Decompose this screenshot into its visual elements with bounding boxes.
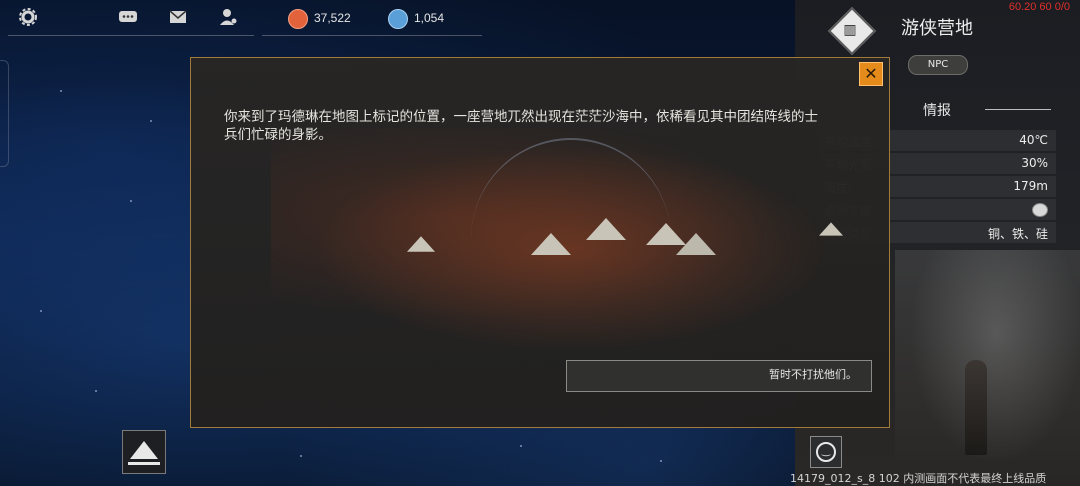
camp-building-icon: ▥: [843, 22, 857, 38]
tent-shape: [676, 233, 716, 255]
dialog-choice-button[interactable]: 暂时不打扰他们。: [566, 360, 872, 392]
mountain-icon: [130, 441, 158, 459]
dialog-narrative-text: 你来到了玛德琳在地图上标记的位置，一座营地兀然出现在茫茫沙海中，依稀看见其中团结…: [224, 109, 818, 143]
blue-currency-value: 1,054: [414, 11, 445, 25]
gear-icon[interactable]: [17, 8, 39, 26]
tent-shape: [407, 236, 435, 252]
mail-icon[interactable]: [167, 8, 189, 26]
game-screen: 37,522 1,054 ▥ 游侠营地 NPC 情报 平均温度: 40℃ 平均光…: [0, 0, 1080, 486]
side-drawer-tab[interactable]: [0, 60, 9, 167]
intel-section-title: 情报: [923, 103, 951, 119]
star: [40, 310, 42, 312]
close-button[interactable]: ✕: [859, 62, 883, 86]
star: [520, 445, 522, 447]
location-artwork-figure: [965, 360, 987, 455]
star: [60, 90, 62, 92]
stat-value: 40℃: [1019, 133, 1048, 147]
smiley-icon: ‿: [816, 442, 836, 462]
star: [660, 460, 662, 462]
star: [150, 120, 152, 122]
map-terrain-button[interactable]: [122, 430, 166, 474]
location-artwork: [895, 250, 1080, 486]
mountain-base-line: [128, 462, 160, 465]
emote-button[interactable]: ‿: [810, 436, 842, 468]
stat-value: 179m: [1013, 179, 1048, 193]
dialog-planet-arc: [471, 138, 671, 340]
chat-icon[interactable]: [117, 8, 139, 26]
stat-value: 30%: [1021, 156, 1048, 170]
tent-shape: [531, 233, 571, 255]
profile-icon[interactable]: [217, 8, 239, 26]
red-coin-icon: [288, 9, 308, 29]
event-dialog: 你来到了玛德琳在地图上标记的位置，一座营地兀然出现在茫茫沙海中，依稀看见其中团结…: [190, 57, 890, 428]
abundance-level-icon: [1032, 203, 1048, 217]
location-title: 游侠营地: [901, 18, 973, 39]
blue-coin-icon: [388, 9, 408, 29]
star: [95, 390, 97, 392]
star: [300, 455, 302, 457]
choice-label: 暂时不打扰他们。: [769, 368, 857, 381]
star: [130, 200, 132, 202]
tent-shape: [819, 222, 843, 236]
stat-value: 铜、铁、硅: [987, 227, 1048, 241]
build-watermark: 14179_012_s_8 102 内测画面不代表最终上线品质: [790, 472, 1047, 485]
fps-debug-readout: 60.20 60 0/0: [1008, 1, 1070, 13]
red-currency-value: 37,522: [314, 11, 351, 25]
tent-shape: [586, 218, 626, 240]
section-divider: [985, 109, 1051, 110]
npc-tag: NPC: [908, 55, 968, 75]
